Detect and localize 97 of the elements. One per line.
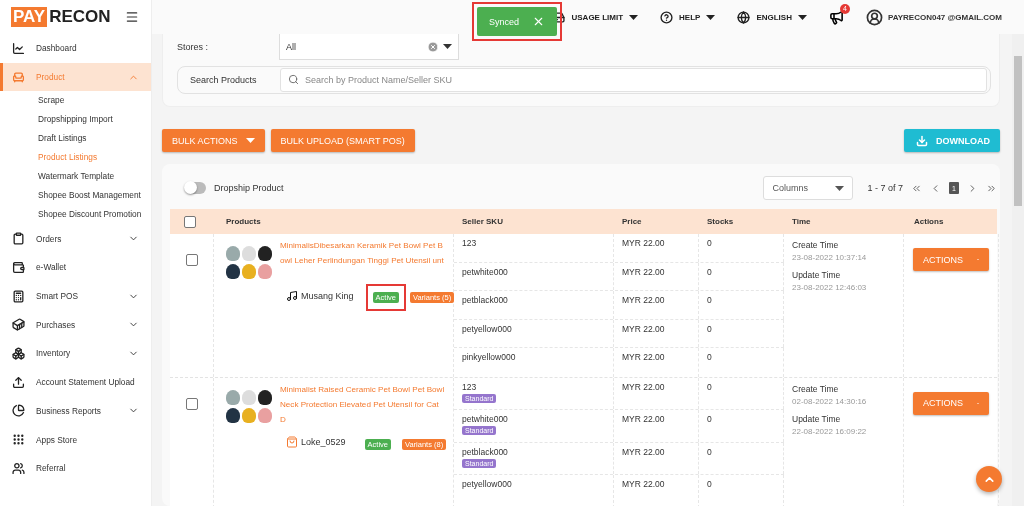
toggle-label: Dropship Product (214, 183, 284, 193)
price-text: MYR 22.00 (622, 414, 665, 425)
megaphone-button[interactable] (828, 9, 844, 25)
price-text: MYR 22.00 (622, 479, 665, 490)
sidebar-subitem[interactable]: Dropshipping Import (0, 110, 151, 130)
help-icon (660, 10, 674, 24)
stock-text: 0 (707, 479, 712, 490)
search-field[interactable]: Search by Product Name/Seller SKU (280, 68, 987, 92)
column-header: Price (622, 217, 642, 226)
close-icon[interactable] (532, 15, 545, 28)
stores-select[interactable]: All (279, 34, 459, 60)
update-time-label: Update Time (792, 413, 842, 424)
column-header: Seller SKU (462, 217, 503, 226)
sku-text: petwhite000 (462, 414, 508, 425)
stock-text: 0 (707, 352, 712, 363)
header-checkbox[interactable] (184, 215, 196, 228)
checkbox[interactable] (185, 397, 198, 410)
column-header: Actions (914, 217, 944, 226)
calculator-icon (12, 289, 25, 303)
sku-text: petyellow000 (462, 479, 512, 490)
price-text: MYR 22.00 (622, 381, 665, 392)
checkbox[interactable] (185, 254, 198, 266)
grid-icon (12, 433, 25, 447)
stock-text: 0 (707, 266, 712, 277)
price-text: MYR 22.00 (622, 295, 665, 306)
sku-text: petwhite000 (462, 266, 508, 277)
column-header: Stocks (707, 217, 734, 226)
topbar-menu-button[interactable]: ENGLISH (737, 10, 807, 24)
create-time-label: Create Time (792, 383, 840, 394)
pie-chart-icon (12, 404, 25, 418)
sidebar-item[interactable]: Smart POS (0, 281, 151, 311)
update-time-value: 23-08-2022 12:46:03 (792, 283, 868, 292)
synced-toast: Synced (477, 7, 557, 36)
price-text: MYR 22.00 (622, 352, 665, 363)
sidebar-item[interactable]: Dashboard (0, 34, 151, 63)
container-icon (12, 318, 25, 332)
price-text: MYR 22.00 (622, 446, 665, 457)
update-time-label: Update Time (792, 270, 842, 280)
store-name: Musang King (301, 290, 354, 301)
sidebar-item[interactable]: Orders (0, 224, 151, 254)
price-text: MYR 22.00 (622, 323, 665, 334)
create-time-value: 02-08-2022 14:30:16 (792, 396, 868, 406)
sidebar-subitem[interactable]: Watermark Template (0, 167, 151, 187)
photo-placeholder (226, 246, 272, 280)
sku-text: petblack000 (462, 295, 508, 306)
sidebar-item[interactable]: Referral (0, 453, 151, 483)
column-header: Time (792, 217, 811, 226)
sofa-icon (12, 70, 25, 84)
stock-text: 0 (707, 414, 712, 425)
price-text: MYR 22.00 (622, 238, 665, 248)
wallet-icon (12, 260, 25, 274)
column-header: Products (226, 217, 261, 226)
boxes-icon (12, 346, 25, 360)
update-time-value: 22-08-2022 16:09:22 (792, 426, 868, 436)
upload-icon (12, 375, 25, 389)
sidebar-subitem[interactable]: Scrape (0, 91, 151, 111)
sidebar-item[interactable]: Apps Store (0, 425, 151, 454)
sku-text: 123 (462, 238, 477, 248)
scrollbar[interactable] (1012, 34, 1024, 506)
sidebar-subitem[interactable]: Shopee Discount Promotion (0, 205, 151, 225)
users-icon (12, 461, 25, 475)
sidebar-item[interactable]: Account Statement Upload (0, 367, 151, 397)
columns-select[interactable]: Columns (763, 176, 854, 200)
clear-icon[interactable] (427, 40, 439, 53)
brand-logo: PAY RECON (11, 7, 111, 27)
sku-text: 123 (462, 381, 477, 392)
globe-icon (737, 10, 751, 24)
stock-text: 0 (707, 295, 712, 306)
chart-icon (12, 41, 25, 55)
sidebar-item[interactable]: Inventory (0, 339, 151, 368)
sidebar-subitem[interactable]: Shopee Boost Management (0, 186, 151, 206)
topbar-menu-button[interactable]: HELP (660, 10, 716, 24)
store-name: Loke_0529 (301, 437, 346, 448)
search-label: Search Products (190, 75, 258, 85)
pagination-range: 1 - 7 of 7 (867, 183, 903, 193)
price-text: MYR 22.00 (622, 266, 665, 277)
stock-text: 0 (707, 446, 712, 457)
dropship-toggle[interactable] (186, 182, 206, 194)
sidebar-item[interactable]: Purchases (0, 310, 151, 340)
sidebar-subitem[interactable]: Draft Listings (0, 129, 151, 149)
user-email[interactable]: PAYRECON047 @GMAIL.COM (887, 12, 1002, 22)
create-time-label: Create Time (792, 240, 840, 250)
sidebar-item[interactable]: Business Reports (0, 396, 151, 426)
sku-text: petblack000 (462, 446, 508, 457)
download-icon (916, 134, 928, 147)
sidebar-item[interactable]: e-Wallet (0, 253, 151, 282)
stock-text: 0 (707, 381, 712, 392)
clipboard-icon (12, 232, 25, 246)
menu-icon[interactable] (125, 10, 139, 24)
user-icon[interactable] (865, 8, 883, 26)
sku-text: pinkyellow000 (462, 352, 516, 363)
create-time-value: 23-08-2022 10:37:14 (792, 253, 868, 262)
stock-text: 0 (707, 238, 712, 248)
stock-text: 0 (707, 323, 712, 334)
stores-label: Stores : (177, 42, 209, 52)
sku-text: petyellow000 (462, 323, 512, 334)
photo-placeholder (226, 389, 272, 424)
